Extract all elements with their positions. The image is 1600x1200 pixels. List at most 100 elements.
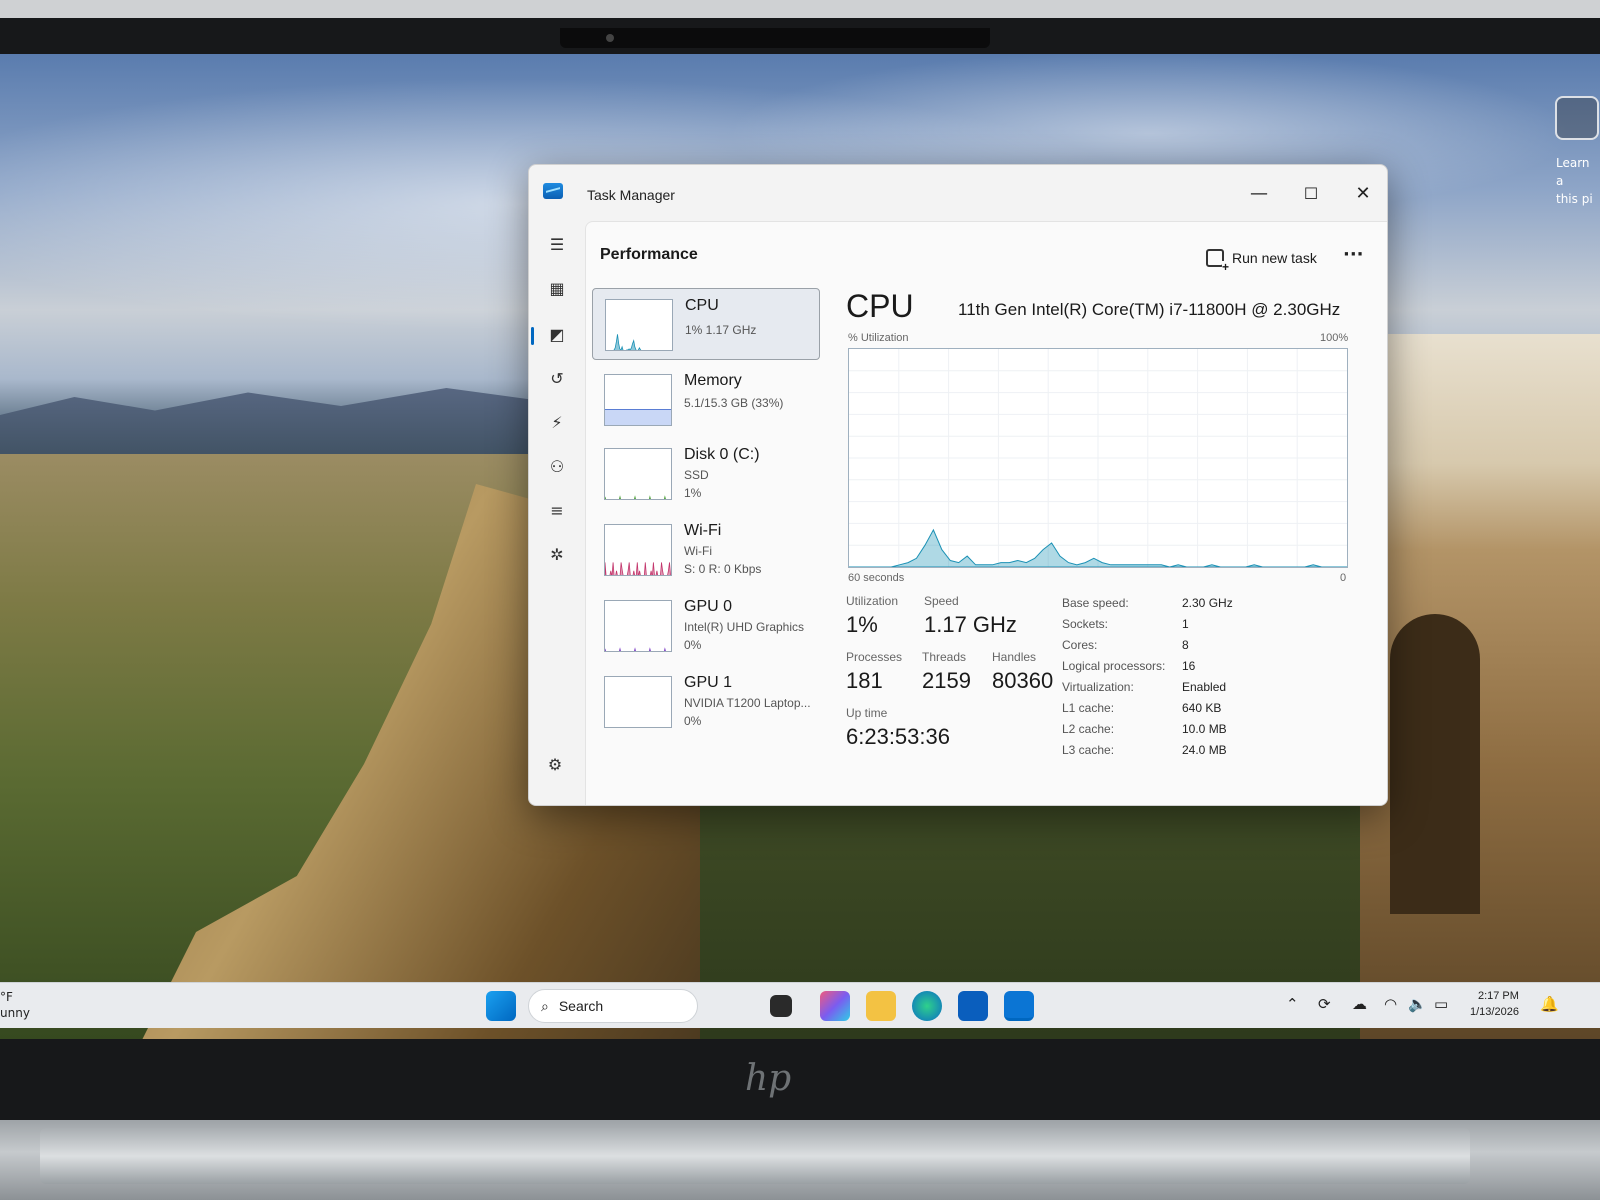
search-box[interactable]: ⌕ Search (528, 989, 698, 1023)
details-icon[interactable]: ≡ (543, 497, 571, 525)
threads-label: Threads (922, 650, 967, 664)
device-sparkline (605, 647, 666, 651)
volume-icon[interactable]: 🔈 (1408, 995, 1427, 1013)
device-sparkline (605, 495, 666, 499)
wifi-icon[interactable]: ◠ (1384, 995, 1397, 1013)
performance-icon[interactable]: ◩ (543, 321, 571, 349)
weather-widget[interactable]: °F unny (0, 989, 30, 1021)
device-item-wifi[interactable]: Wi-Fi Wi-Fi S: 0 R: 0 Kbps (592, 514, 820, 586)
spec-label: L2 cache: (1062, 722, 1115, 736)
uptime-value: 6:23:53:36 (846, 724, 950, 749)
spec-label: Sockets: (1062, 617, 1109, 631)
cpu-utilization-graph (848, 348, 1348, 568)
utilization-value: 1% (846, 612, 878, 637)
spec-value: Enabled (1182, 680, 1227, 694)
task-view-icon[interactable] (770, 995, 792, 1017)
processes-label: Processes (846, 650, 903, 664)
device-thumbnail (604, 600, 672, 652)
device-name: Memory (684, 372, 742, 389)
settings-icon[interactable]: ⚙ (543, 751, 567, 775)
spec-label: Logical processors: (1062, 659, 1166, 673)
sync-icon[interactable]: ⟳ (1318, 995, 1331, 1013)
weather-desc: unny (0, 1006, 30, 1020)
spec-label: Virtualization: (1062, 680, 1134, 694)
device-detail: 5.1/15.3 GB (33%) (684, 396, 784, 410)
file-explorer-icon[interactable] (866, 991, 896, 1021)
spec-value: 10.0 MB (1182, 722, 1227, 736)
spec-label: L3 cache: (1062, 743, 1115, 757)
processes-icon[interactable]: ▦ (543, 275, 571, 303)
graph-time-label: 60 seconds (848, 572, 905, 584)
close-button[interactable]: ✕ (1345, 179, 1381, 209)
services-icon[interactable]: ✲ (543, 541, 571, 569)
device-name: Wi-Fi (684, 522, 722, 539)
active-indicator (531, 327, 534, 345)
device-item-gpu0[interactable]: GPU 0 Intel(R) UHD Graphics 0% (592, 590, 820, 662)
graph-label: % Utilization (848, 332, 909, 344)
notification-bell-icon[interactable]: 🔔 (1540, 995, 1559, 1013)
device-detail: Wi-Fi (684, 544, 712, 558)
speed-value: 1.17 GHz (924, 612, 1017, 637)
users-icon[interactable]: ⚇ (543, 453, 571, 481)
navigation-rail: ☰ ▦ ◩ ↺ ⚡ ⚇ ≡ ✲ ⚙ (529, 221, 585, 805)
device-thumbnail (604, 524, 672, 576)
uptime-label: Up time (846, 706, 888, 720)
startup-apps-icon[interactable]: ⚡ (543, 409, 571, 437)
speed-label: Speed (924, 594, 959, 608)
run-task-icon (1206, 249, 1230, 273)
cpu-detail-panel: CPU 11th Gen Intel(R) Core(TM) i7-11800H… (836, 288, 1386, 788)
battery-icon[interactable]: ▭ (1434, 995, 1448, 1013)
edge-icon[interactable] (912, 991, 942, 1021)
device-item-memory[interactable]: Memory 5.1/15.3 GB (33%) (592, 364, 820, 436)
search-icon: ⌕ (541, 997, 549, 1014)
clock-date: 1/13/2026 (1470, 1006, 1519, 1018)
minimize-button[interactable]: — (1241, 179, 1277, 209)
device-sparkline (605, 562, 671, 575)
handles-value: 80360 (992, 668, 1054, 693)
search-placeholder: Search (558, 998, 604, 1014)
chevron-up-icon[interactable]: ⌃ (1286, 995, 1299, 1013)
device-detail: SSD (684, 468, 709, 482)
clock-time: 2:17 PM (1477, 990, 1519, 1002)
device-item-cpu[interactable]: CPU 1% 1.17 GHz (592, 288, 820, 360)
learn-about-picture-icon[interactable] (1555, 96, 1599, 140)
menu-icon[interactable]: ☰ (543, 231, 571, 259)
device-thumbnail (605, 299, 673, 351)
spec-value: 1 (1182, 617, 1189, 631)
spec-label: Base speed: (1062, 596, 1129, 610)
laptop-hinge-bar (40, 1128, 1470, 1184)
device-list: CPU 1% 1.17 GHz Memory 5.1/15.3 GB (33%)… (586, 288, 826, 728)
window-title: Task Manager (587, 187, 675, 203)
run-new-task-button[interactable]: Run new task (1206, 244, 1317, 273)
cloud-off-icon[interactable]: ☁ (1352, 995, 1367, 1013)
copilot-icon[interactable] (820, 991, 850, 1021)
hp-logo: hp (745, 1058, 792, 1099)
title-bar[interactable]: Task Manager — ☐ ✕ (529, 165, 1387, 221)
task-manager-taskbar-icon[interactable] (1004, 991, 1034, 1021)
more-options-button[interactable]: ··· (1343, 244, 1364, 265)
device-detail-2: 0% (684, 714, 702, 728)
device-thumbnail (604, 374, 672, 426)
store-icon[interactable] (958, 991, 988, 1021)
device-item-disk[interactable]: Disk 0 (C:) SSD 1% (592, 438, 820, 510)
utilization-label: Utilization (846, 594, 899, 608)
performance-page: Performance Run new task ··· CPU 1% 1.17… (585, 221, 1387, 805)
cpu-graph-svg (849, 349, 1347, 568)
spec-value: 2.30 GHz (1182, 596, 1233, 610)
spec-value: 640 KB (1182, 701, 1222, 715)
maximize-button[interactable]: ☐ (1293, 179, 1329, 209)
page-title: Performance (600, 246, 698, 263)
device-item-gpu1[interactable]: GPU 1 NVIDIA T1200 Laptop... 0% (592, 666, 820, 738)
device-detail: NVIDIA T1200 Laptop... (684, 696, 811, 710)
clock[interactable]: 2:17 PM 1/13/2026 (1470, 988, 1519, 1020)
device-detail-2: 0% (684, 638, 702, 652)
spec-label: L1 cache: (1062, 701, 1115, 715)
learn-about-picture-label[interactable]: Learn a this pi (1556, 154, 1600, 208)
device-detail: 1% 1.17 GHz (685, 323, 757, 337)
start-icon[interactable] (486, 991, 516, 1021)
app-history-icon[interactable]: ↺ (543, 365, 571, 393)
taskbar: °F unny ⌕ Search ⌃ ⟳ ☁ ◠ 🔈 ▭ 2:17 PM 1/1… (0, 982, 1600, 1028)
weather-temp: °F (0, 990, 13, 1004)
cpu-model: 11th Gen Intel(R) Core(TM) i7-11800H @ 2… (958, 300, 1341, 319)
graph-max-label: 100% (1320, 332, 1349, 344)
